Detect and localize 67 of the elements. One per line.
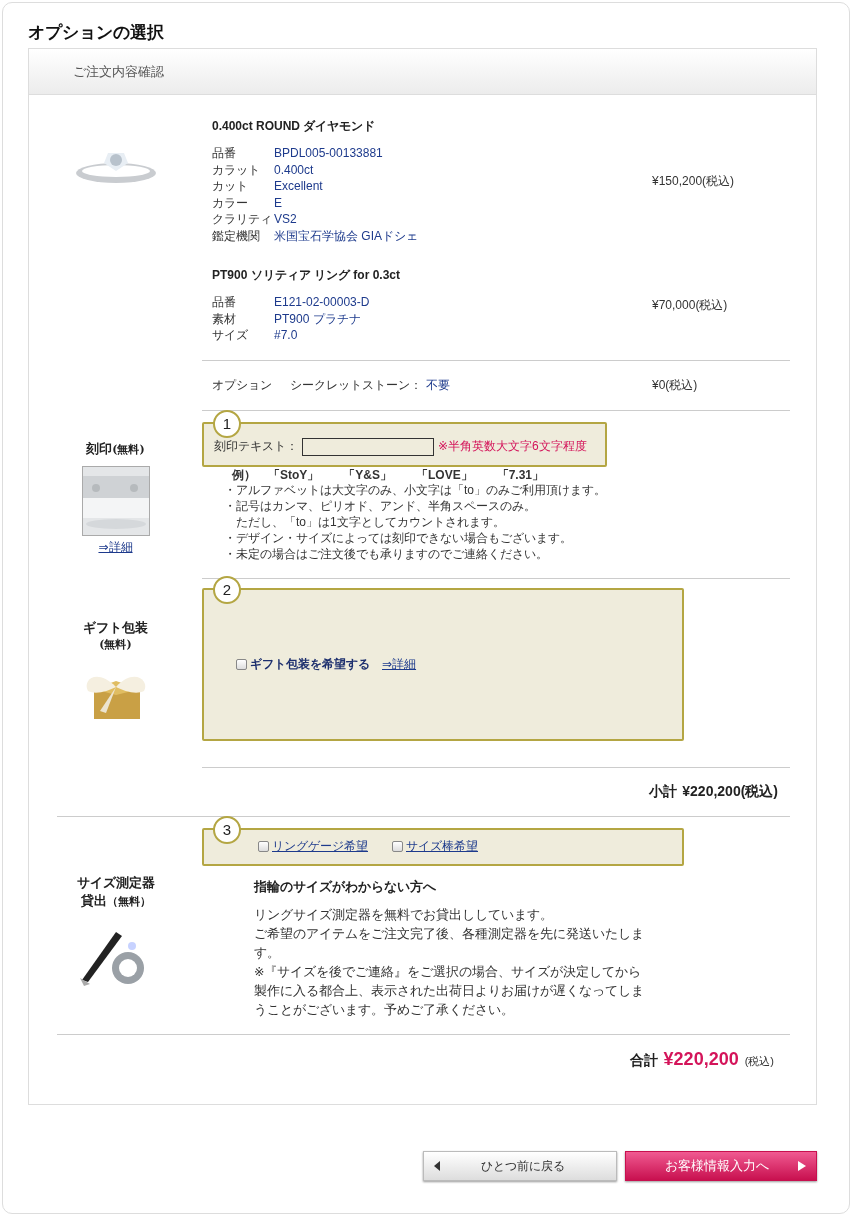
info-text: ご希望のアイテムをご注文完了後、各種測定器を先に発送いたします。 [254,925,645,962]
product-name: 0.400ct ROUND ダイヤモンド [212,118,377,135]
spec-value: 米国宝石学協会 GIAドシェ [274,227,419,244]
spec-label: 素材 [212,310,237,327]
spec-value: Excellent [274,178,324,195]
text-field[interactable] [302,437,434,456]
fee-note: (無料) [99,636,132,652]
rule-text: ただし、「to」は1文字としてカウントされます。 [235,513,506,530]
field-label: 刻印テキスト： [214,438,298,455]
spec-value: 0.400ct [274,161,315,178]
right-triangle-icon [798,1161,806,1171]
example-text: 例） 「StoY」 「Y&S」 「LOVE」 「7.31」 [231,467,546,482]
spec-label: 品番 [212,294,237,311]
spec-value: VS2 [274,211,298,228]
step-number: 2 [213,575,241,604]
detail-link[interactable]: ⇒詳細 [382,655,417,673]
total-label: 合計 [629,1051,658,1070]
page-title: オプションの選択 [28,21,165,44]
spec-value: BPDL005-00133881 [274,145,384,162]
option-value: 不要 [426,376,450,394]
spec-value: #7.0 [274,327,299,344]
rule-text: ・デザイン・サイズによっては刻印できない場合もございます。 [224,529,573,546]
info-text: リングサイズ測定器を無料でお貸出ししています。 [254,906,554,924]
fee-note: （無料） [106,893,151,909]
section-title: ギフト包装 [83,618,148,637]
price: ¥70,000(税込) [652,296,728,314]
subtotal-amount: ¥220,200(税込) [682,782,778,801]
back-button[interactable]: ひとつ前に戻る [423,1151,617,1181]
checkbox-label[interactable]: ギフト包装を希望する [250,655,370,673]
section-title: 刻印 [86,439,113,458]
checkbox[interactable] [236,658,247,670]
tax-note: (税込) [744,1053,774,1069]
info-heading: 指輪のサイズがわからない方へ [254,878,437,896]
left-triangle-icon [434,1161,440,1171]
section-title: 貸出 [80,891,107,910]
fee-note: (無料) [112,441,145,457]
spec-value: E121-02-00003-D [274,294,371,311]
rule-text: ・記号はカンマ、ピリオド、アンド、半角スペースのみ。 [224,497,537,514]
spec-value: PT900 プラチナ [274,310,362,327]
detail-link[interactable]: ⇒詳細 [98,538,133,556]
checkbox-link[interactable]: リングゲージ希望 [272,838,368,855]
next-button[interactable]: お客様情報入力へ [625,1151,817,1181]
spec-label: 鑑定機関 [212,227,261,244]
subtotal-label: 小計 [649,782,678,801]
info-text: ※『サイズを後でご連絡』をご選択の場合、サイズが決定してから製作に入る都合上、表示された出荷日よりお届けが遅くなってしまうことがございます。予めご了承ください。 [254,963,645,1019]
hint-text: ※半角英数大文字6文字程度 [438,438,587,455]
spec-label: クラリティ [212,211,273,228]
option-name: シークレットストーン： [290,376,422,394]
spec-label: サイズ [212,327,249,344]
checkbox-link[interactable]: サイズ棒希望 [406,838,478,855]
checkbox[interactable] [258,841,269,852]
rule-text: ・アルファベットは大文字のみ、小文字は「to」のみご利用頂けます。 [224,482,607,498]
price: ¥0(税込) [652,376,698,394]
step-number: 1 [213,409,241,438]
spec-label: カラー [212,194,249,211]
product-name: PT900 ソリティア リング for 0.3ct [212,267,402,284]
checkbox[interactable] [392,841,403,852]
option-label: オプション [212,376,272,394]
spec-label: 品番 [212,145,237,162]
rule-text: ・未定の場合はご注文後でも承りますのでご連絡ください。 [224,545,549,562]
step-number: 3 [213,815,241,844]
spec-value: E [274,194,283,211]
spec-label: カット [212,178,249,195]
section-title: サイズ測定器 [76,873,155,892]
spec-label: カラット [212,161,261,178]
price: ¥150,200(税込) [652,172,735,190]
total-amount: ¥220,200 [663,1048,739,1070]
